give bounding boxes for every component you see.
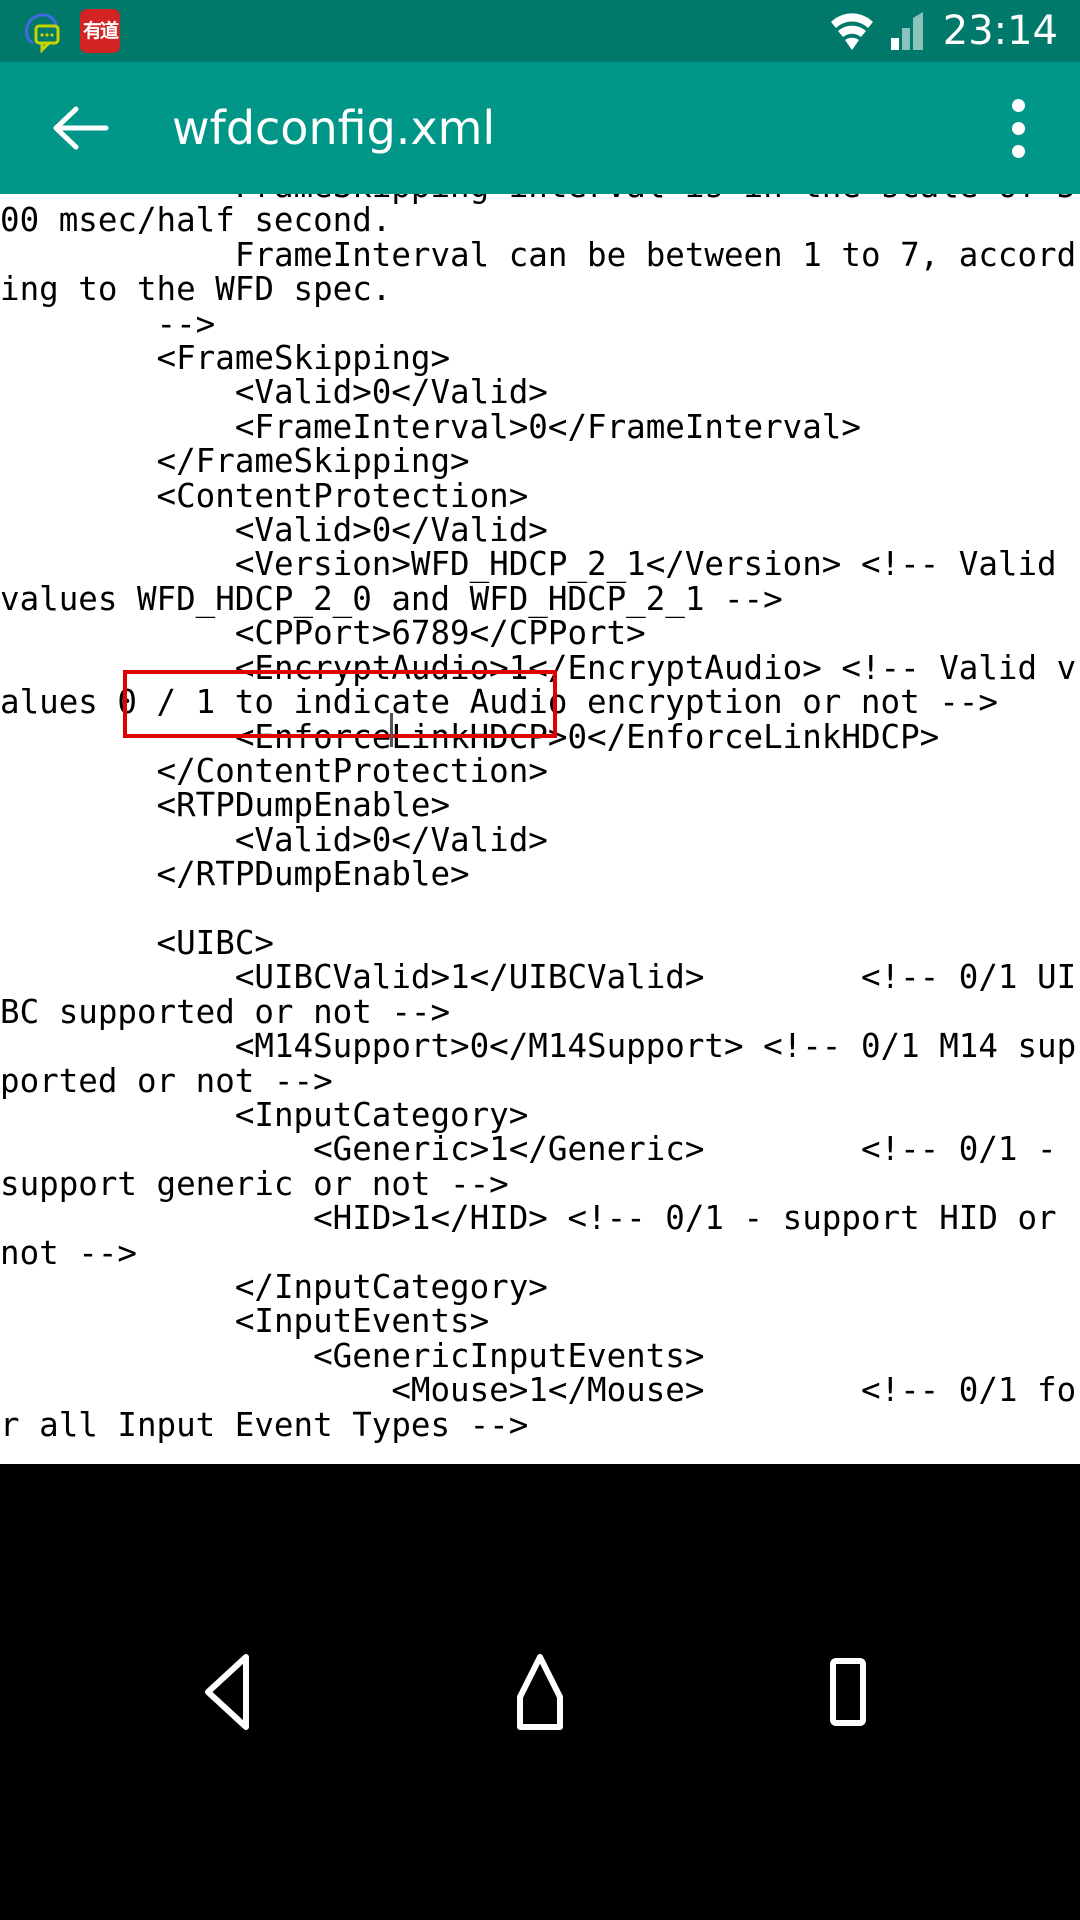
text-cursor xyxy=(390,713,393,747)
notification-icon xyxy=(22,9,64,53)
system-navigation-bar xyxy=(0,1464,1080,1920)
back-arrow-icon[interactable] xyxy=(28,96,112,160)
app-bar: wfdconfig.xml xyxy=(0,62,1080,194)
nav-recents-button[interactable] xyxy=(787,1632,907,1752)
phone-screen: 有道 23:14 wfdconfig.xml 00 msec/half seco… xyxy=(0,0,1080,1920)
status-bar-clock: 23:14 xyxy=(942,8,1058,54)
wifi-icon xyxy=(829,10,875,52)
nav-home-button[interactable] xyxy=(480,1632,600,1752)
xml-editor[interactable]: FrameSkipping interval is in the scale o… xyxy=(0,194,1080,1464)
nav-back-button[interactable] xyxy=(173,1632,293,1752)
overflow-dot xyxy=(1011,121,1025,135)
app-badge-icon: 有道 xyxy=(80,9,120,53)
xml-source-text[interactable]: FrameSkipping interval is in the scale o… xyxy=(0,194,1080,1442)
cellular-signal-icon xyxy=(889,10,929,52)
status-bar-left-icons: 有道 xyxy=(22,9,120,53)
overflow-dot xyxy=(1011,98,1025,112)
page-title: wfdconfig.xml xyxy=(172,101,496,155)
overflow-dot xyxy=(1011,144,1025,158)
status-bar-right-icons: 23:14 xyxy=(829,10,1058,52)
status-bar: 有道 23:14 xyxy=(0,0,1080,62)
overflow-menu-icon[interactable] xyxy=(1010,98,1026,158)
